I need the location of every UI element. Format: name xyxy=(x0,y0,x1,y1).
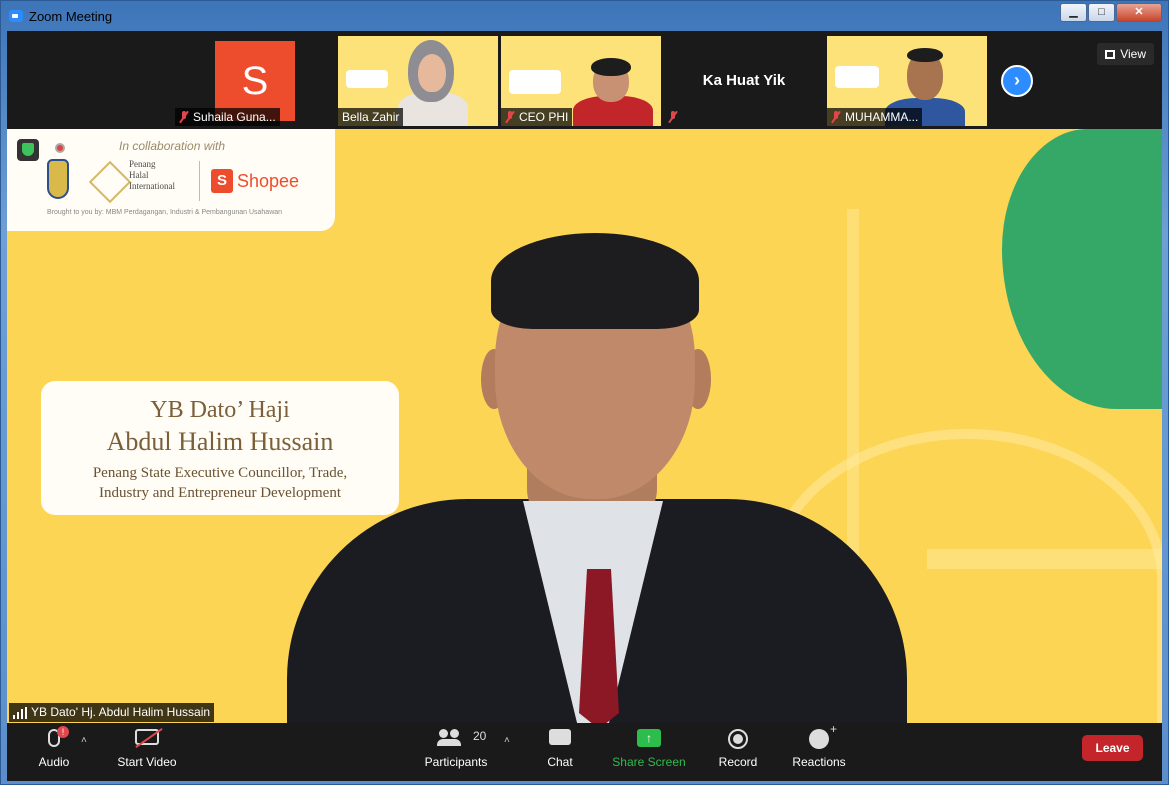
recording-indicator-icon xyxy=(55,143,65,153)
audio-options-caret-icon[interactable]: ˄ xyxy=(81,735,87,746)
mic-muted-icon xyxy=(668,111,678,123)
shopee-logo-text: Shopee xyxy=(237,171,300,191)
background-bridge xyxy=(927,549,1162,569)
chat-button[interactable]: Chat xyxy=(535,723,585,781)
participant-tile[interactable]: Ka Huat Yik xyxy=(664,36,824,126)
audio-button[interactable]: ! Audio xyxy=(29,723,79,781)
mic-muted-icon xyxy=(831,111,841,123)
active-speaker-video: In collaboration with Penang Halal Inter… xyxy=(7,129,1162,723)
audio-label: Audio xyxy=(38,755,70,769)
participant-tile[interactable]: MUHAMMA... xyxy=(827,36,987,126)
meeting-toolbar: ! Audio ˄ Start Video 20 Participants ˄ … xyxy=(7,722,1162,781)
participant-name-text: CEO PHI xyxy=(519,110,569,124)
slide-card xyxy=(346,70,388,88)
participant-strip: S Suhaila Guna... Bella Zahir CEO PHI Ka… xyxy=(7,31,1162,129)
participants-count: 20 xyxy=(473,729,487,743)
name-card-line: Penang State Executive Councillor, Trade… xyxy=(92,465,348,481)
zoom-window: Zoom Meeting ▁ □ ✕ S Suhaila Guna... Bel… xyxy=(0,0,1169,785)
participant-tile[interactable]: S Suhaila Guna... xyxy=(175,36,335,126)
close-button[interactable]: ✕ xyxy=(1116,3,1162,22)
next-page-button[interactable]: › xyxy=(1001,65,1033,97)
signal-bars-icon xyxy=(13,707,27,719)
alert-badge: ! xyxy=(57,726,69,738)
slide-card xyxy=(509,70,561,94)
participant-name: CEO PHI xyxy=(501,108,573,126)
speaker-name-text: YB Dato' Hj. Abdul Halim Hussain xyxy=(31,705,211,719)
name-card-line: YB Dato’ Haji xyxy=(150,397,290,423)
participant-display-name: Ka Huat Yik xyxy=(702,72,786,89)
phi-logo-text: Penang Halal International xyxy=(129,159,175,191)
maximize-button[interactable]: □ xyxy=(1088,3,1115,22)
participants-label: Participants xyxy=(424,755,488,769)
record-button[interactable]: Record xyxy=(713,723,763,781)
participant-name xyxy=(664,108,686,126)
participant-name: Bella Zahir xyxy=(338,108,404,126)
participant-tile[interactable]: CEO PHI xyxy=(501,36,661,126)
participants-options-caret-icon[interactable]: ˄ xyxy=(504,735,510,746)
encryption-shield-icon[interactable] xyxy=(17,139,39,161)
participant-tile[interactable]: Bella Zahir xyxy=(338,36,498,126)
grid-icon xyxy=(1105,50,1116,59)
penang-crest-logo xyxy=(47,159,69,199)
reactions-icon xyxy=(809,722,837,749)
chat-icon xyxy=(549,729,571,745)
participants-button[interactable]: 20 Participants xyxy=(419,723,493,781)
start-video-button[interactable]: Start Video xyxy=(111,723,183,781)
record-icon xyxy=(728,729,748,749)
collab-text: In collaboration with xyxy=(119,139,226,153)
participant-name-text: MUHAMMA... xyxy=(845,110,919,124)
chat-label: Chat xyxy=(547,755,573,769)
participant-name-text: Suhaila Guna... xyxy=(193,110,276,124)
zoom-app-icon xyxy=(9,10,23,22)
video-person xyxy=(591,58,631,76)
participant-name-text: Bella Zahir xyxy=(342,110,400,124)
speaker-name-label: YB Dato' Hj. Abdul Halim Hussain xyxy=(9,703,215,722)
background-leaf xyxy=(1002,129,1162,409)
speaker-name-card: YB Dato’ Haji Abdul Halim Hussain Penang… xyxy=(41,381,399,515)
shopee-logo: S xyxy=(211,169,233,193)
video-person xyxy=(907,48,943,62)
mic-muted-icon xyxy=(505,111,515,123)
share-screen-button[interactable]: ↑ Share Screen xyxy=(609,723,689,781)
view-button[interactable]: View xyxy=(1097,43,1154,65)
brought-by-text: Brought to you by: MBM Perdagangan, Indu… xyxy=(47,209,283,216)
record-label: Record xyxy=(718,755,758,769)
video-off-icon xyxy=(135,729,159,745)
start-video-label: Start Video xyxy=(117,755,177,769)
name-card-line: Abdul Halim Hussain xyxy=(106,427,334,456)
title-bar: Zoom Meeting ▁ □ ✕ xyxy=(1,1,1169,31)
participants-icon xyxy=(437,729,461,746)
reactions-label: Reactions xyxy=(792,755,846,769)
phi-logo xyxy=(88,160,132,204)
minimize-button[interactable]: ▁ xyxy=(1060,3,1087,22)
view-label: View xyxy=(1120,47,1146,61)
leave-button[interactable]: Leave xyxy=(1082,735,1143,761)
slide-card xyxy=(835,66,879,88)
video-person xyxy=(418,54,446,92)
name-card-line: Industry and Entrepreneur Development xyxy=(99,485,341,501)
logo-divider xyxy=(199,161,200,201)
share-screen-label: Share Screen xyxy=(612,755,686,769)
share-screen-icon: ↑ xyxy=(637,729,661,747)
window-title: Zoom Meeting xyxy=(29,9,113,24)
window-controls: ▁ □ ✕ xyxy=(1059,3,1162,22)
speaker-hair xyxy=(491,233,699,329)
mic-muted-icon xyxy=(179,111,189,123)
meeting-area: S Suhaila Guna... Bella Zahir CEO PHI Ka… xyxy=(7,31,1162,781)
reactions-button[interactable]: Reactions xyxy=(787,722,851,781)
participant-name: Suhaila Guna... xyxy=(175,108,280,126)
participant-name: MUHAMMA... xyxy=(827,108,923,126)
